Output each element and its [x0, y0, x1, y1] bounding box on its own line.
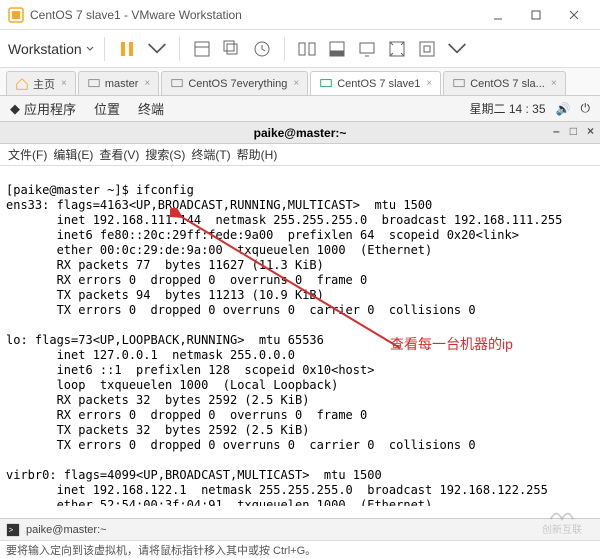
vm-icon	[319, 77, 333, 91]
vm-icon	[452, 77, 466, 91]
volume-icon[interactable]: 🔊	[556, 102, 571, 116]
annotation-text: 查看每一台机器的ip	[390, 336, 513, 354]
terminal-close[interactable]: ×	[587, 124, 594, 138]
terminal-minimize[interactable]: –	[553, 124, 560, 138]
menu-terminal[interactable]: 终端(T)	[191, 146, 230, 163]
revert-button[interactable]	[250, 37, 274, 61]
gnome-terminal[interactable]: 终端	[138, 99, 164, 118]
menu-edit[interactable]: 编辑(E)	[53, 146, 93, 163]
window-title-bar: CentOS 7 slave1 - VMware Workstation	[0, 0, 600, 30]
main-toolbar: Workstation	[0, 30, 600, 68]
tools-dropdown[interactable]	[445, 37, 469, 61]
gnome-clock[interactable]: 星期二 14 : 35	[470, 100, 546, 117]
close-icon[interactable]: ×	[426, 78, 432, 89]
tab-centos-everything[interactable]: CentOS 7everything ×	[161, 71, 308, 95]
snapshot-button[interactable]	[190, 37, 214, 61]
gnome-apps-label: 应用程序	[24, 99, 76, 118]
terminal-title-bar: paike@master:~ – □ ×	[0, 122, 600, 144]
close-icon[interactable]: ×	[293, 78, 299, 89]
tab-centos-slave1[interactable]: CentOS 7 slave1 ×	[310, 71, 441, 95]
close-icon[interactable]: ×	[144, 78, 150, 89]
terminal-maximize[interactable]: □	[570, 124, 577, 138]
menu-help[interactable]: 帮助(H)	[237, 146, 278, 163]
hint-bar: 要将输入定向到该虚拟机，请将鼠标指针移入其中或按 Ctrl+G。	[0, 540, 600, 558]
tab-label: CentOS 7everything	[188, 78, 287, 90]
power-icon[interactable]: ⏻	[581, 101, 591, 116]
hint-text: 要将输入定向到该虚拟机，请将鼠标指针移入其中或按 Ctrl+G。	[6, 542, 316, 558]
tab-home-label: 主页	[33, 76, 55, 92]
tab-centos-slave2[interactable]: CentOS 7 sla... ×	[443, 71, 565, 95]
terminal-icon: >	[6, 523, 20, 537]
menu-view[interactable]: 查看(V)	[99, 146, 139, 163]
home-icon	[15, 77, 29, 91]
apps-icon: ◆	[10, 101, 20, 117]
tab-label: CentOS 7 sla...	[470, 78, 545, 90]
tab-master[interactable]: master ×	[78, 71, 159, 95]
status-vm-name: paike@master:~	[26, 524, 107, 536]
terminal-title-text: paike@master:~	[254, 126, 347, 140]
chevron-down-icon	[86, 45, 94, 53]
tab-home[interactable]: 主页 ×	[6, 71, 76, 95]
pause-button[interactable]	[115, 37, 139, 61]
close-button[interactable]	[556, 3, 592, 27]
gnome-top-bar: ◆ 应用程序 位置 终端 星期二 14 : 35 🔊 ⏻	[0, 96, 600, 122]
power-dropdown[interactable]	[145, 37, 169, 61]
view-library-button[interactable]	[295, 37, 319, 61]
workstation-menu[interactable]: Workstation	[8, 41, 94, 57]
vmware-icon	[8, 7, 24, 23]
terminal-menu-bar: 文件(F) 编辑(E) 查看(V) 搜索(S) 终端(T) 帮助(H)	[0, 144, 600, 166]
vm-icon	[170, 77, 184, 91]
stretch-button[interactable]	[385, 37, 409, 61]
terminal-output[interactable]: [paike@master ~]$ ifconfig ens33: flags=…	[0, 166, 600, 506]
window-title: CentOS 7 slave1 - VMware Workstation	[30, 8, 480, 22]
gnome-applications[interactable]: ◆ 应用程序	[10, 99, 76, 118]
menu-file[interactable]: 文件(F)	[8, 146, 47, 163]
workstation-label: Workstation	[8, 41, 82, 57]
watermark-logo: 创新互联	[532, 506, 592, 536]
vm-tabs: 主页 × master × CentOS 7everything × CentO…	[0, 68, 600, 96]
fullscreen-button[interactable]	[415, 37, 439, 61]
minimize-button[interactable]	[480, 3, 516, 27]
close-icon[interactable]: ×	[551, 78, 557, 89]
gnome-places[interactable]: 位置	[94, 99, 120, 118]
snapshot-manager-button[interactable]	[220, 37, 244, 61]
thumbnail-button[interactable]	[325, 37, 349, 61]
close-icon[interactable]: ×	[61, 78, 67, 89]
console-button[interactable]	[355, 37, 379, 61]
menu-search[interactable]: 搜索(S)	[145, 146, 185, 163]
maximize-button[interactable]	[518, 3, 554, 27]
svg-text:>: >	[9, 525, 14, 534]
vmware-status-bar: > paike@master:~	[0, 518, 600, 540]
tab-label: CentOS 7 slave1	[337, 78, 420, 90]
tab-label: master	[105, 78, 139, 90]
vm-icon	[87, 77, 101, 91]
